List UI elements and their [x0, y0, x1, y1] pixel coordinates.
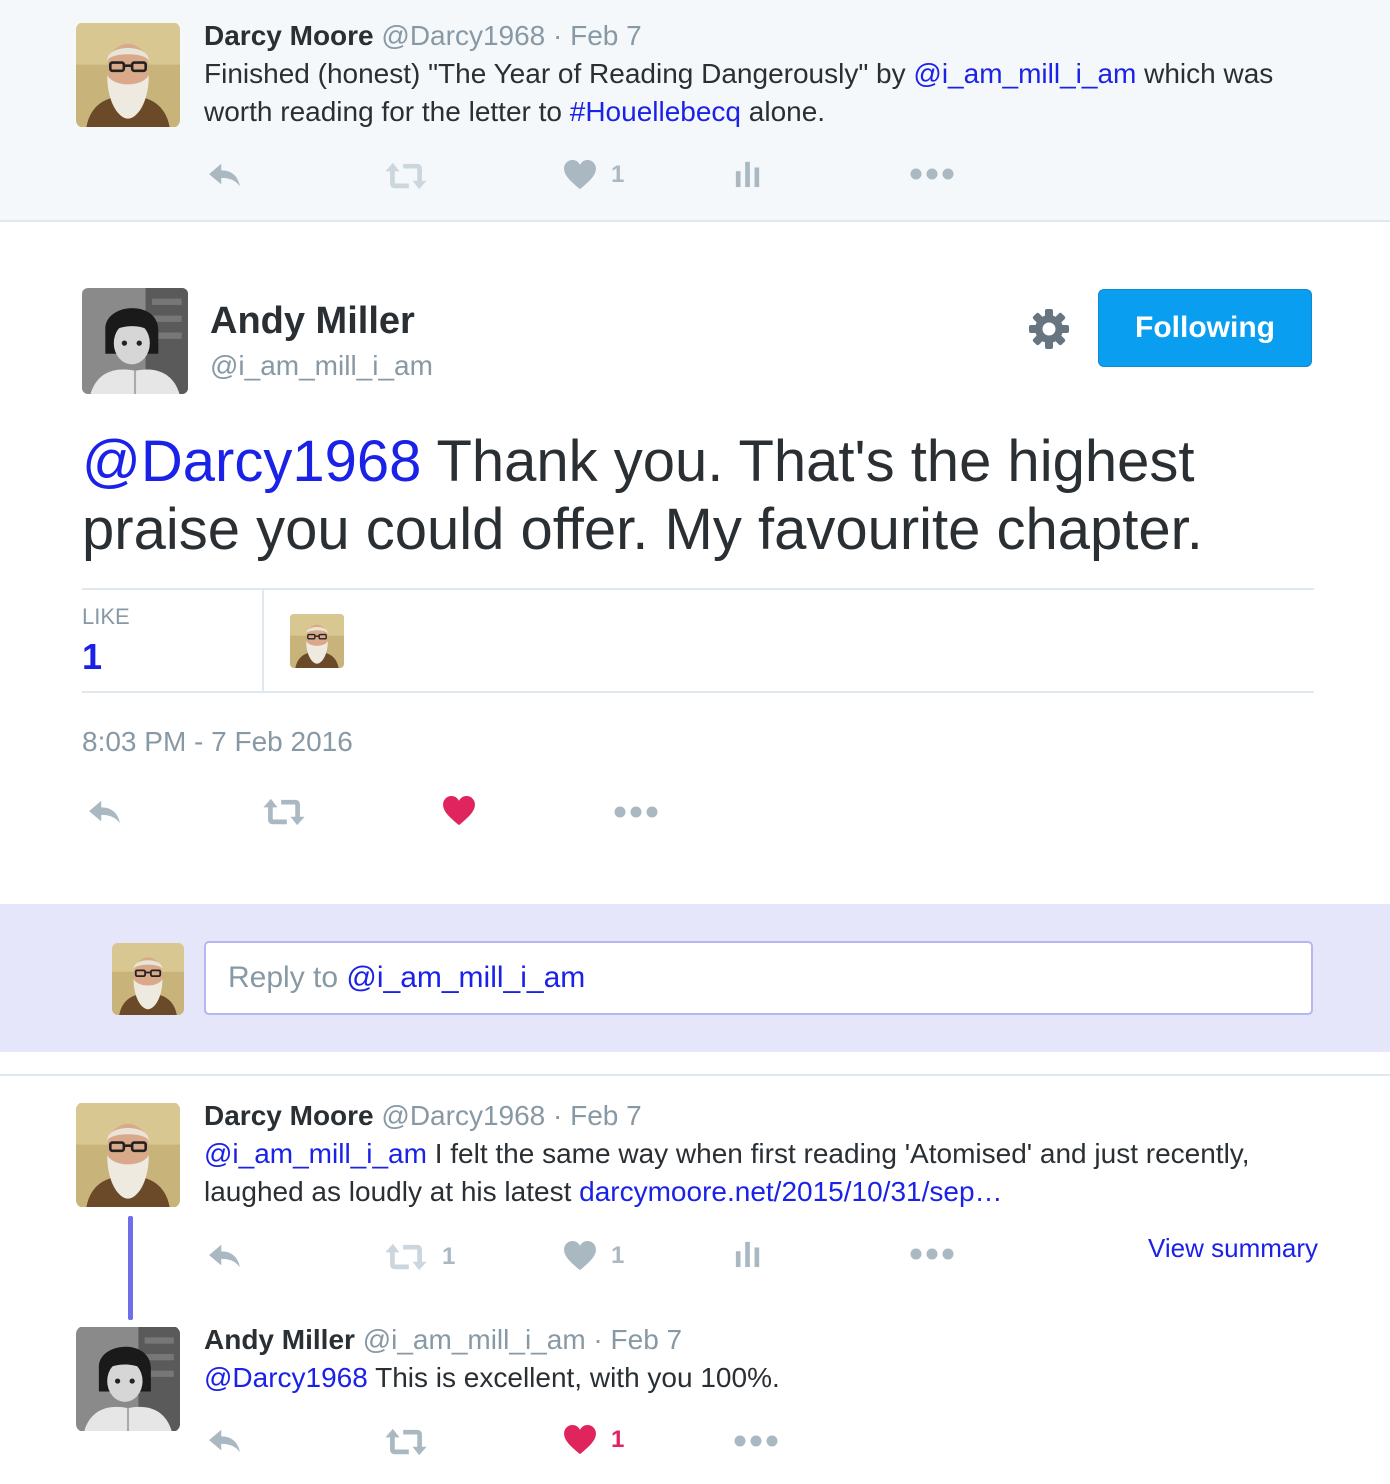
url-link[interactable]: darcymoore.net/2015/10/31/sep…	[579, 1176, 1002, 1207]
reply-button[interactable]	[86, 797, 124, 827]
divider	[82, 588, 1314, 590]
text-segment: Finished (honest) "The Year of Reading D…	[204, 58, 914, 89]
tweet-text: @Darcy1968 This is excellent, with you 1…	[204, 1359, 1304, 1397]
more-button[interactable]	[910, 168, 954, 180]
tweet-date[interactable]: · Feb 7	[593, 1324, 682, 1355]
following-button[interactable]: Following	[1098, 289, 1312, 367]
author-name[interactable]: Darcy Moore	[204, 20, 374, 51]
more-icon	[910, 168, 954, 180]
retweet-icon	[384, 161, 428, 191]
heart-icon	[563, 1241, 597, 1271]
reply-input[interactable]: Reply to @i_am_mill_i_am	[204, 941, 1313, 1015]
like-count: 1	[611, 1242, 625, 1269]
retweet-icon	[384, 1242, 428, 1272]
mention-link[interactable]: @i_am_mill_i_am	[913, 58, 1136, 89]
more-button[interactable]	[614, 806, 658, 818]
author-name[interactable]: Darcy Moore	[204, 1100, 374, 1131]
hashtag-link[interactable]: #Houellebecq	[570, 96, 741, 127]
reply-placeholder: Reply to	[228, 961, 347, 994]
view-summary-link[interactable]: View summary	[1148, 1233, 1318, 1264]
heart-icon	[563, 1425, 597, 1455]
tweet-date[interactable]: · Feb 7	[553, 20, 642, 51]
more-button[interactable]	[910, 1248, 954, 1260]
author-name[interactable]: Andy Miller	[204, 1324, 355, 1355]
liker-avatar-darcy-moore[interactable]	[290, 614, 344, 668]
tweet-timestamp[interactable]: 8:03 PM - 7 Feb 2016	[82, 726, 353, 758]
reply-button[interactable]	[206, 160, 244, 190]
author-handle[interactable]: @Darcy1968	[381, 20, 545, 51]
avatar-andy-miller[interactable]	[82, 288, 188, 394]
tweet-header: Darcy Moore @Darcy1968 · Feb 7	[204, 18, 642, 54]
text-segment: This is excellent, with you 100%.	[367, 1362, 780, 1393]
author-handle[interactable]: @i_am_mill_i_am	[210, 350, 433, 382]
analytics-button[interactable]	[734, 160, 762, 188]
reply-icon	[86, 797, 124, 827]
tweet-header: Darcy Moore @Darcy1968 · Feb 7	[204, 1098, 642, 1134]
like-button[interactable]: 1	[563, 1425, 624, 1455]
author-name[interactable]: Andy Miller	[210, 300, 415, 343]
avatar-andy-miller[interactable]	[76, 1326, 180, 1432]
tweet-text: Finished (honest) "The Year of Reading D…	[204, 55, 1344, 131]
like-button[interactable]	[442, 796, 476, 826]
retweet-button[interactable]	[262, 797, 306, 827]
more-icon	[910, 1248, 954, 1260]
retweet-button[interactable]: 1	[384, 1242, 455, 1272]
current-user-avatar[interactable]	[112, 943, 184, 1015]
retweet-count: 1	[442, 1243, 456, 1270]
like-count: 1	[611, 1426, 625, 1453]
mention-link[interactable]: @Darcy1968	[82, 429, 421, 494]
author-handle[interactable]: @i_am_mill_i_am	[363, 1324, 586, 1355]
retweet-button[interactable]	[384, 1427, 428, 1457]
divider	[82, 691, 1314, 693]
mention-link[interactable]: @i_am_mill_i_am	[204, 1138, 427, 1169]
like-count: 1	[611, 161, 625, 188]
like-stat-count[interactable]: 1	[82, 636, 102, 678]
like-stat-label[interactable]: LIKE	[82, 604, 130, 630]
more-icon	[614, 806, 658, 818]
more-button[interactable]	[734, 1435, 778, 1447]
analytics-button[interactable]	[734, 1240, 762, 1268]
tweet-date[interactable]: · Feb 7	[553, 1100, 642, 1131]
avatar-darcy-moore[interactable]	[76, 1102, 180, 1208]
reply-icon	[206, 160, 244, 190]
thread-connector	[128, 1216, 133, 1320]
avatar-darcy-moore[interactable]	[76, 22, 180, 128]
gear-icon[interactable]	[1028, 308, 1070, 355]
like-button[interactable]: 1	[563, 160, 624, 190]
reply-placeholder-mention: @i_am_mill_i_am	[346, 961, 586, 994]
divider	[0, 1074, 1390, 1076]
divider	[262, 590, 264, 691]
heart-icon	[563, 160, 597, 190]
like-button[interactable]: 1	[563, 1241, 624, 1271]
reply-icon	[206, 1426, 244, 1456]
retweet-icon	[384, 1427, 428, 1457]
more-icon	[734, 1435, 778, 1447]
conversation-tweet-top[interactable]: Darcy Moore @Darcy1968 · Feb 7 Finished …	[0, 0, 1390, 222]
tweet-text: @i_am_mill_i_am I felt the same way when…	[204, 1135, 1304, 1211]
tweet-text-large: @Darcy1968 Thank you. That's the highest…	[82, 428, 1282, 564]
reply-button[interactable]	[206, 1241, 244, 1271]
mention-link[interactable]: @Darcy1968	[204, 1362, 368, 1393]
retweet-button[interactable]	[384, 161, 428, 191]
retweet-icon	[262, 797, 306, 827]
author-handle[interactable]: @Darcy1968	[381, 1100, 545, 1131]
reply-button[interactable]	[206, 1426, 244, 1456]
reply-icon	[206, 1241, 244, 1271]
tweet-header: Andy Miller @i_am_mill_i_am · Feb 7	[204, 1322, 682, 1358]
text-segment: alone.	[741, 96, 826, 127]
heart-icon	[442, 796, 476, 826]
analytics-icon	[734, 1240, 762, 1268]
analytics-icon	[734, 160, 762, 188]
